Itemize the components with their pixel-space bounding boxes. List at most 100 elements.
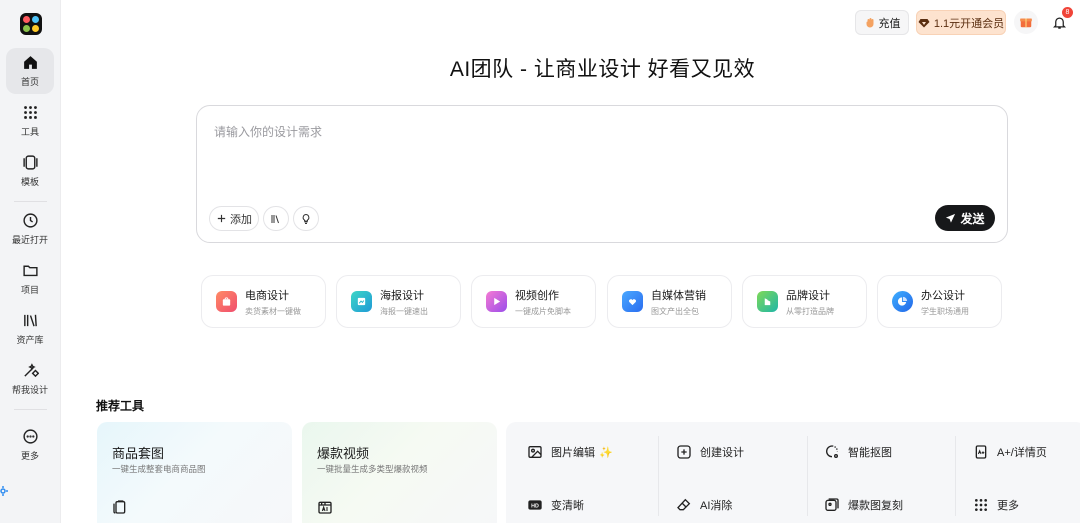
category-title: 海报设计 bbox=[380, 289, 424, 302]
tool-detail-page[interactable]: A+/详情页 bbox=[973, 441, 1047, 463]
category-title: 自媒体营销 bbox=[651, 289, 706, 302]
divider bbox=[658, 436, 659, 516]
gift-button[interactable] bbox=[1014, 10, 1038, 34]
detail-page-icon bbox=[975, 445, 987, 459]
category-card-poster[interactable]: 海报设计 海报一键速出 bbox=[336, 275, 461, 328]
category-card-social-media[interactable]: 自媒体营销 图文产出全包 bbox=[607, 275, 732, 328]
sidebar-item-label: 工具 bbox=[20, 127, 39, 137]
plus-square-icon bbox=[677, 445, 691, 459]
clock-icon bbox=[22, 213, 38, 228]
send-button[interactable]: 发送 bbox=[935, 205, 995, 231]
tool-ai-erase[interactable]: AI消除 bbox=[676, 494, 732, 516]
recharge-button[interactable]: 充值 bbox=[855, 10, 909, 35]
cutout-icon bbox=[826, 445, 838, 458]
tool-viral-replicate[interactable]: 爆款图复刻 bbox=[824, 494, 903, 516]
folder-icon bbox=[22, 265, 38, 277]
sidebar-item-label: 帮我设计 bbox=[11, 385, 48, 395]
category-subtitle: 图文产出全包 bbox=[651, 306, 699, 316]
sidebar-item-label: 资产库 bbox=[16, 335, 44, 345]
diamond-icon bbox=[918, 18, 930, 27]
settings-gear-icon[interactable] bbox=[0, 485, 9, 497]
image-icon bbox=[528, 446, 542, 458]
tool-label: AI消除 bbox=[700, 500, 733, 512]
divider bbox=[807, 436, 808, 516]
inspiration-button[interactable] bbox=[293, 206, 319, 231]
send-icon bbox=[946, 213, 956, 223]
tool-image-edit[interactable]: 图片编辑 ✨ bbox=[527, 441, 613, 463]
category-card-brand[interactable]: 品牌设计 从零打造品牌 bbox=[742, 275, 867, 328]
send-label: 发送 bbox=[960, 211, 985, 226]
sidebar-item-tools[interactable]: 工具 bbox=[6, 98, 54, 144]
sparkle-icon: ✨ bbox=[599, 446, 613, 459]
category-card-video[interactable]: 视频创作 一键成片免脚本 bbox=[471, 275, 596, 328]
poster-icon bbox=[351, 291, 372, 312]
tool-card-subtitle: 一键批量生成多类型爆款视频 bbox=[317, 464, 428, 474]
tool-card-viral-video[interactable]: 爆款视频 一键批量生成多类型爆款视频 bbox=[302, 422, 497, 523]
play-icon bbox=[486, 291, 507, 312]
tool-label: A+/详情页 bbox=[997, 447, 1047, 459]
notification-badge: 8 bbox=[1062, 7, 1073, 18]
sidebar-item-design-for-me[interactable]: 帮我设计 bbox=[6, 356, 54, 402]
sidebar-item-label: 更多 bbox=[20, 451, 39, 461]
design-prompt-input[interactable] bbox=[214, 125, 974, 139]
eraser-icon bbox=[677, 498, 691, 511]
magic-wand-icon bbox=[23, 363, 39, 378]
copy-image-icon bbox=[825, 498, 839, 511]
sidebar-item-recent[interactable]: 最近打开 bbox=[6, 206, 54, 252]
heart-chat-icon bbox=[622, 291, 643, 312]
sidebar-item-more[interactable]: 更多 bbox=[6, 422, 54, 468]
gift-icon bbox=[1020, 18, 1032, 28]
library-icon bbox=[23, 314, 37, 327]
category-title: 电商设计 bbox=[245, 289, 289, 302]
add-label: 添加 bbox=[230, 213, 252, 226]
hd-icon: HD bbox=[528, 500, 542, 510]
tool-label: 创建设计 bbox=[700, 447, 744, 459]
recommended-tools-title: 推荐工具 bbox=[96, 399, 145, 413]
sidebar-divider bbox=[14, 201, 47, 202]
sidebar-item-label: 模板 bbox=[20, 177, 39, 187]
brand-icon bbox=[757, 291, 778, 312]
prompt-box: 添加 发送 bbox=[196, 105, 1008, 243]
tool-more[interactable]: 更多 bbox=[973, 494, 1019, 516]
category-title: 视频创作 bbox=[515, 289, 559, 302]
tool-label: 变清晰 bbox=[551, 500, 584, 512]
category-subtitle: 卖货素材一键做 bbox=[245, 306, 301, 316]
tool-label: 智能抠图 bbox=[848, 447, 892, 459]
category-subtitle: 海报一键速出 bbox=[380, 306, 428, 316]
tool-grid: 图片编辑 ✨ 创建设计 智能抠图 A+/详情页 HD 变清晰 AI消除 爆款图复… bbox=[506, 422, 1080, 523]
library-icon bbox=[271, 214, 279, 223]
sidebar-item-assets[interactable]: 资产库 bbox=[6, 306, 54, 352]
category-card-ecommerce[interactable]: 电商设计 卖货素材一键做 bbox=[201, 275, 326, 328]
lightbulb-icon bbox=[302, 213, 310, 224]
tool-create-design[interactable]: 创建设计 bbox=[676, 441, 744, 463]
category-subtitle: 从零打造品牌 bbox=[786, 306, 834, 316]
sidebar-item-projects[interactable]: 项目 bbox=[6, 256, 54, 302]
category-title: 办公设计 bbox=[921, 289, 965, 302]
category-title: 品牌设计 bbox=[786, 289, 830, 302]
category-subtitle: 学生职场通用 bbox=[921, 306, 969, 316]
tool-label: 爆款图复刻 bbox=[848, 500, 903, 512]
sidebar-divider bbox=[14, 409, 47, 410]
category-card-office[interactable]: 办公设计 学生职场通用 bbox=[877, 275, 1002, 328]
tool-smart-cutout[interactable]: 智能抠图 bbox=[824, 441, 892, 463]
tool-label: 更多 bbox=[997, 500, 1019, 512]
sidebar-item-templates[interactable]: 模板 bbox=[6, 148, 54, 194]
tool-enhance[interactable]: HD 变清晰 bbox=[527, 494, 584, 516]
tool-card-product-set[interactable]: 商品套图 一键生成整套电商商品图 bbox=[97, 422, 292, 523]
notification-button[interactable]: 8 bbox=[1047, 7, 1073, 34]
tool-card-title: 爆款视频 bbox=[317, 446, 370, 461]
add-attachment-button[interactable]: 添加 bbox=[209, 206, 259, 231]
grid-dots-icon bbox=[23, 106, 37, 119]
svg-text:HD: HD bbox=[531, 503, 539, 509]
more-circle-icon bbox=[22, 429, 38, 444]
asset-library-button[interactable] bbox=[263, 206, 289, 231]
vip-button[interactable]: 1.1元开通会员 bbox=[916, 10, 1006, 35]
page-title: AI团队 - 让商业设计 好看又见效 bbox=[449, 58, 756, 81]
tool-label: 图片编辑 bbox=[551, 447, 595, 459]
sidebar-item-label: 项目 bbox=[20, 285, 39, 295]
ai-video-icon bbox=[318, 501, 332, 514]
app-logo[interactable] bbox=[20, 13, 42, 35]
divider bbox=[955, 436, 956, 516]
image-stack-icon bbox=[113, 500, 126, 514]
sidebar-item-label: 最近打开 bbox=[11, 235, 48, 245]
